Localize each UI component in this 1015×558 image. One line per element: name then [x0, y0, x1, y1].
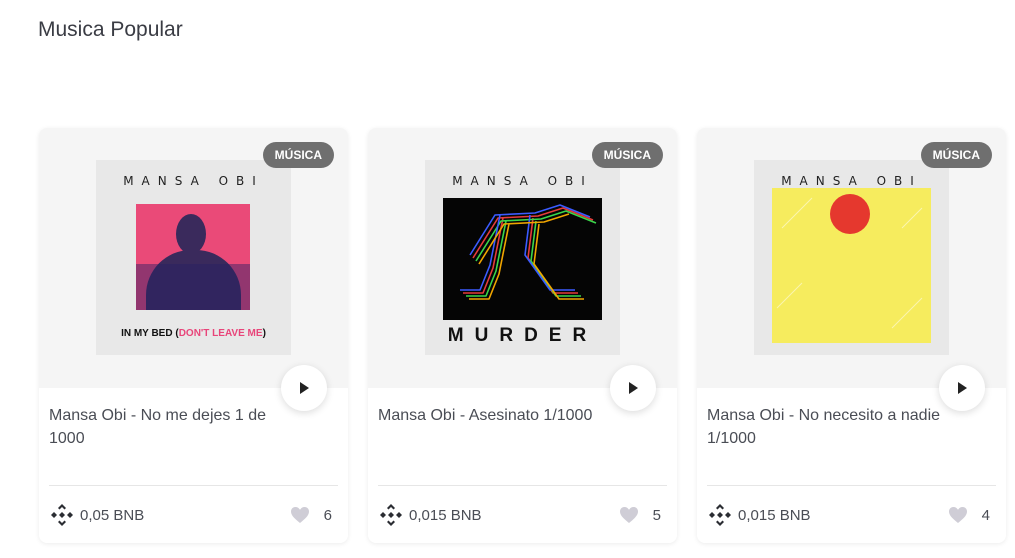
- likes: 4: [948, 502, 990, 528]
- nft-card[interactable]: MANSA OBI MURDER MÚSICA Mansa Obi - Ases…: [368, 128, 677, 543]
- heart-icon[interactable]: [619, 506, 639, 524]
- price-value: 0,015 BNB: [409, 506, 482, 524]
- price-value: 0,05 BNB: [80, 506, 145, 524]
- cover-photo: [136, 204, 250, 310]
- like-count: 5: [652, 506, 661, 524]
- heart-icon[interactable]: [948, 506, 968, 524]
- nft-card[interactable]: MANSA OBI IN MY BED (DON'T LEAVE ME) MÚS…: [39, 128, 348, 543]
- card-media[interactable]: MANSA OBI MURDER MÚSICA: [368, 128, 677, 388]
- cover-art: [772, 188, 931, 343]
- card-title[interactable]: Mansa Obi - No me dejes 1 de 1000: [49, 404, 289, 450]
- play-icon: [300, 382, 309, 394]
- price: 0,015 BNB: [707, 502, 811, 528]
- nft-card[interactable]: MANSA OBI MÚSICA Mansa Obi - No necesito…: [697, 128, 1006, 543]
- cover-word: MURDER: [447, 325, 598, 346]
- category-badge: MÚSICA: [591, 142, 663, 168]
- category-badge: MÚSICA: [262, 142, 334, 168]
- card-title[interactable]: Mansa Obi - No necesito a nadie 1/1000: [707, 404, 947, 450]
- cover-artist: MANSA OBI: [781, 174, 922, 188]
- divider: [49, 485, 338, 486]
- likes: 5: [619, 502, 661, 528]
- cover-artist: MANSA OBI: [123, 174, 264, 188]
- divider: [707, 485, 996, 486]
- cover-caption: IN MY BED (DON'T LEAVE ME): [121, 328, 266, 339]
- cover-artist: MANSA OBI: [452, 174, 593, 188]
- card-title[interactable]: Mansa Obi - Asesinato 1/1000: [378, 404, 618, 427]
- play-icon: [958, 382, 967, 394]
- price-value: 0,015 BNB: [738, 506, 811, 524]
- bnb-icon: [709, 504, 731, 526]
- album-cover: MANSA OBI MURDER: [425, 160, 620, 355]
- price: 0,05 BNB: [49, 502, 144, 528]
- bnb-icon: [51, 504, 73, 526]
- price: 0,015 BNB: [378, 502, 482, 528]
- likes: 6: [290, 502, 332, 528]
- divider: [378, 485, 667, 486]
- card-media[interactable]: MANSA OBI IN MY BED (DON'T LEAVE ME) MÚS…: [39, 128, 348, 388]
- card-media[interactable]: MANSA OBI MÚSICA: [697, 128, 1006, 388]
- play-icon: [629, 382, 638, 394]
- like-count: 4: [981, 506, 990, 524]
- cover-art: [443, 198, 602, 320]
- bnb-icon: [380, 504, 402, 526]
- section-title: Musica Popular: [38, 18, 183, 41]
- heart-icon[interactable]: [290, 506, 310, 524]
- category-badge: MÚSICA: [920, 142, 992, 168]
- album-cover: MANSA OBI: [754, 160, 949, 355]
- album-cover: MANSA OBI IN MY BED (DON'T LEAVE ME): [96, 160, 291, 355]
- like-count: 6: [323, 506, 332, 524]
